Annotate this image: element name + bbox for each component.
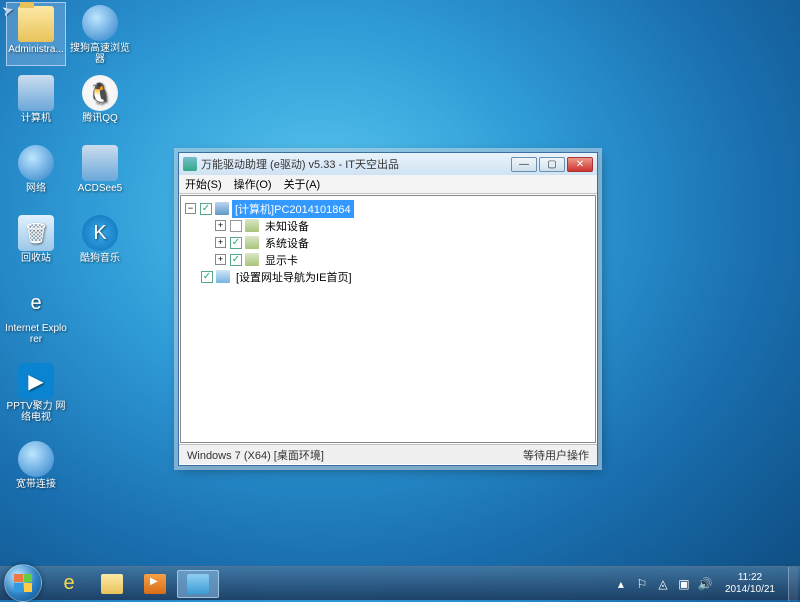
show-desktop-button[interactable] [788, 567, 798, 601]
tree-node[interactable]: + ✓ 未知设备 [185, 217, 591, 234]
expand-icon[interactable]: + [215, 254, 226, 265]
tree-root[interactable]: − ✓ [计算机]PC2014101864 [185, 200, 591, 217]
tree-node-label[interactable]: 系统设备 [262, 234, 312, 252]
desktop-icon-label: PPTV聚力 网络电视 [4, 401, 68, 423]
driver-assistant-window: 万能驱动助理 (e驱动) v5.33 - IT天空出品 — ▢ ✕ 开始(S) … [178, 152, 598, 466]
desktop-icon[interactable]: 🐧 腾讯QQ [70, 72, 130, 136]
taskbar-media-player[interactable] [134, 570, 176, 598]
desktop-icon-label: 计算机 [4, 113, 68, 124]
folder-icon [101, 574, 123, 594]
safety-icon[interactable]: ◬ [656, 577, 670, 591]
taskbar-driver-assistant[interactable] [177, 570, 219, 598]
collapse-icon[interactable]: − [185, 203, 196, 214]
tree-node[interactable]: + ✓ 显示卡 [185, 251, 591, 268]
checkbox[interactable]: ✓ [230, 237, 242, 249]
device-icon [245, 219, 259, 232]
desktop-icon[interactable]: 网络 [6, 142, 66, 206]
tree-root-label[interactable]: [计算机]PC2014101864 [232, 200, 354, 218]
window-title: 万能驱动助理 (e驱动) v5.33 - IT天空出品 [201, 156, 511, 172]
tree-node-label[interactable]: 未知设备 [262, 217, 312, 235]
computer-icon [82, 145, 118, 181]
network-icon[interactable]: ▣ [677, 577, 691, 591]
media-player-icon [144, 574, 166, 594]
kugou-icon: K [82, 215, 118, 251]
expand-icon[interactable]: + [215, 237, 226, 248]
expand-icon[interactable]: + [215, 220, 226, 231]
tray-expand-icon[interactable]: ▴ [614, 577, 628, 591]
desktop-icon-label: 酷狗音乐 [68, 253, 132, 264]
url-icon [216, 270, 230, 283]
taskbar-explorer[interactable] [91, 570, 133, 598]
windows-logo-icon [14, 574, 32, 592]
desktop-icon-label: 宽带连接 [4, 479, 68, 490]
desktop-icon[interactable]: eInternet Explorer [6, 282, 66, 346]
clock[interactable]: 11:22 2014/10/21 [719, 570, 781, 598]
menu-start[interactable]: 开始(S) [185, 176, 222, 192]
desktop-icon[interactable]: ACDSee5 [70, 142, 130, 206]
tree-node-label[interactable]: 显示卡 [262, 251, 301, 269]
desktop-icon-label: Administra... [4, 44, 68, 55]
action-center-icon[interactable]: ⚐ [635, 577, 649, 591]
clock-time: 11:22 [725, 572, 775, 584]
computer-icon [18, 75, 54, 111]
system-tray: ▴ ⚐ ◬ ▣ 🔊 11:22 2014/10/21 [614, 567, 800, 601]
taskbar-pinned: e [48, 570, 219, 598]
device-icon [245, 236, 259, 249]
status-left: Windows 7 (X64) [桌面环境] [187, 447, 324, 463]
maximize-button[interactable]: ▢ [539, 157, 565, 172]
clock-date: 2014/10/21 [725, 584, 775, 596]
start-button[interactable] [4, 564, 42, 602]
globe-icon [18, 441, 54, 477]
computer-icon [215, 202, 229, 215]
globe-icon [82, 5, 118, 41]
titlebar[interactable]: 万能驱动助理 (e驱动) v5.33 - IT天空出品 — ▢ ✕ [179, 153, 597, 175]
menu-action[interactable]: 操作(O) [234, 176, 272, 192]
close-button[interactable]: ✕ [567, 157, 593, 172]
recycle-icon: 🗑 [18, 215, 54, 251]
desktop-icon-label: ACDSee5 [68, 183, 132, 194]
ie-icon: e [18, 285, 54, 321]
tree-extra[interactable]: ✓ [设置网址导航为IE首页] [185, 268, 591, 285]
status-right: 等待用户操作 [523, 447, 589, 463]
volume-icon[interactable]: 🔊 [698, 577, 712, 591]
desktop-icon[interactable]: 搜狗高速浏览器 [70, 2, 130, 66]
device-icon [245, 253, 259, 266]
app-icon [183, 157, 197, 171]
desktop-icon[interactable]: 宽带连接 [6, 438, 66, 502]
statusbar: Windows 7 (X64) [桌面环境] 等待用户操作 [179, 444, 597, 464]
tree-node[interactable]: + ✓ 系统设备 [185, 234, 591, 251]
taskbar-ie[interactable]: e [48, 570, 90, 598]
checkbox[interactable]: ✓ [230, 220, 242, 232]
minimize-button[interactable]: — [511, 157, 537, 172]
desktop-icon-label: 腾讯QQ [68, 113, 132, 124]
globe-icon [18, 145, 54, 181]
device-tree[interactable]: − ✓ [计算机]PC2014101864 +✓未知设备+✓系统设备+✓显示卡 … [180, 195, 596, 443]
pptv-icon: ▶ [18, 363, 54, 399]
desktop-icon[interactable]: 计算机 [6, 72, 66, 136]
tree-extra-label[interactable]: [设置网址导航为IE首页] [233, 268, 355, 286]
desktop-icon-label: 网络 [4, 183, 68, 194]
desktop-icon[interactable]: 🗑 回收站 [6, 212, 66, 276]
ie-icon: e [63, 572, 74, 595]
checkbox[interactable]: ✓ [201, 271, 213, 283]
folder-icon [18, 6, 54, 42]
menubar: 开始(S) 操作(O) 关于(A) [179, 175, 597, 194]
checkbox[interactable]: ✓ [230, 254, 242, 266]
desktop-icon-label: 回收站 [4, 253, 68, 264]
desktop-icon[interactable]: K 酷狗音乐 [70, 212, 130, 276]
taskbar: e ▴ ⚐ ◬ ▣ 🔊 11:22 2014/10/21 [0, 566, 800, 600]
checkbox[interactable]: ✓ [200, 203, 212, 215]
app-icon [187, 574, 209, 594]
menu-about[interactable]: 关于(A) [284, 176, 321, 192]
desktop-icon[interactable]: Administra... [6, 2, 66, 66]
desktop-icon-label: Internet Explorer [4, 323, 68, 345]
desktop-icon[interactable]: ▶PPTV聚力 网络电视 [6, 360, 66, 424]
desktop-icon-label: 搜狗高速浏览器 [68, 43, 132, 65]
qq-icon: 🐧 [82, 75, 118, 111]
